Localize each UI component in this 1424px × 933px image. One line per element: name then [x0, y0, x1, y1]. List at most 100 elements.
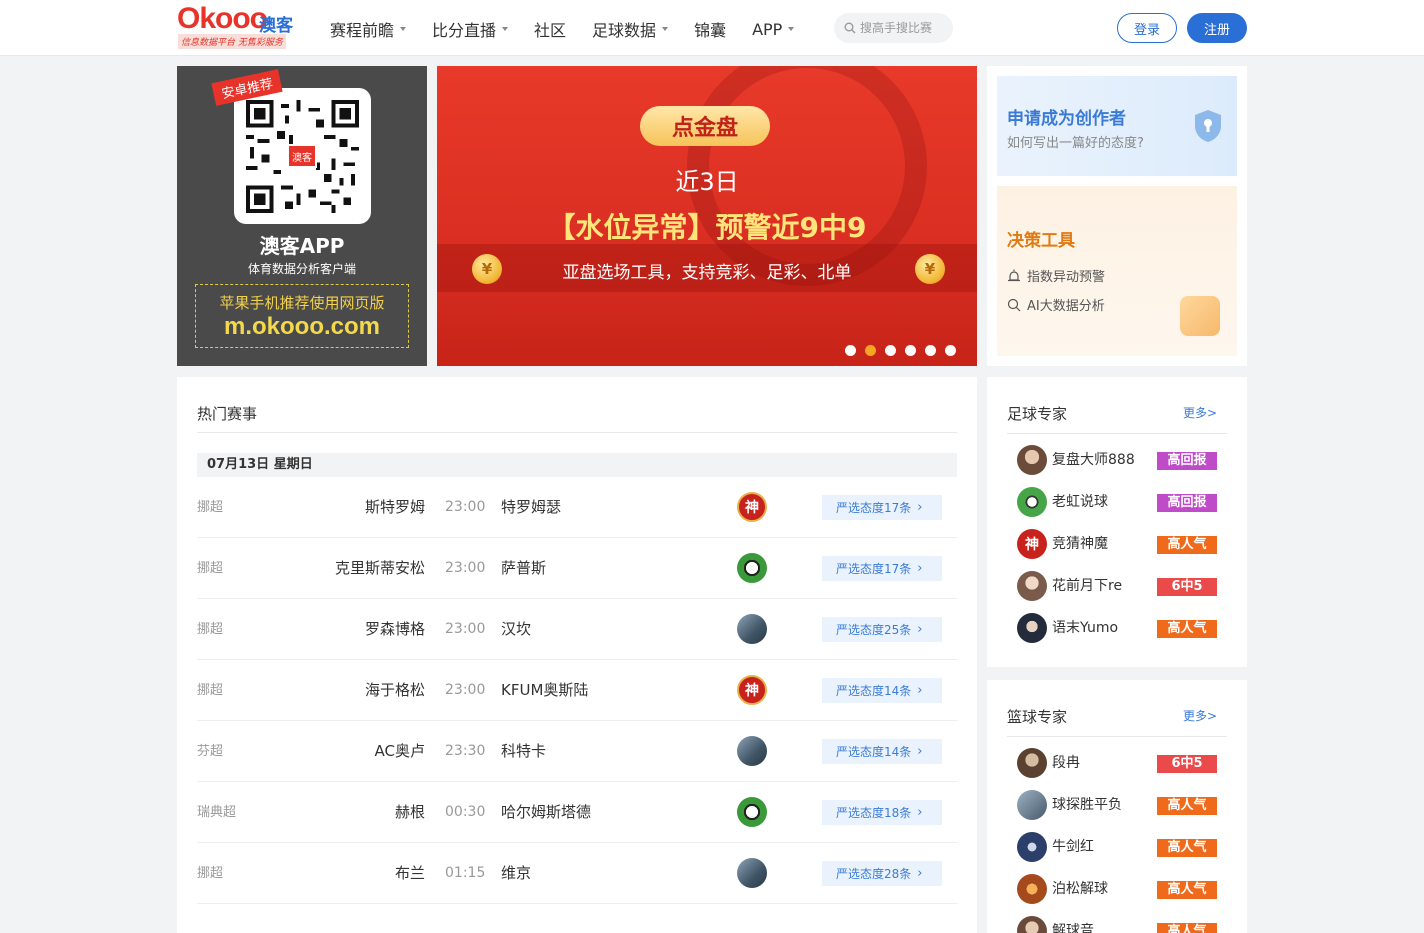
expert-item[interactable]: 语末Yumo 高人气	[1017, 613, 1217, 643]
more-link[interactable]: 更多>	[1183, 404, 1217, 421]
expert-avatar[interactable]	[737, 736, 767, 766]
curated-picks-button[interactable]: 严选态度14条 ›	[822, 739, 942, 764]
web-version-box[interactable]: 苹果手机推荐使用网页版 m.okooo.com	[195, 284, 409, 348]
match-row[interactable]: 挪超 布兰 01:15 维京 严选态度28条 ›	[197, 843, 957, 904]
away-team[interactable]: 汉坎	[501, 599, 531, 660]
curated-picks-button[interactable]: 严选态度17条 ›	[822, 556, 942, 581]
top-header: Okooo 澳客 信息数据平台 无售彩服务 赛程前瞻 比分直播 社区 足球数据 锦囊 AP…	[0, 0, 1424, 56]
picks-label: 严选态度28条	[836, 867, 912, 881]
expert-tag-badge: 6中5	[1157, 755, 1217, 773]
expert-avatar	[1017, 613, 1047, 643]
match-row[interactable]: 挪超 克里斯蒂安松 23:00 萨普斯 严选态度17条 ›	[197, 538, 957, 599]
expert-item[interactable]: 段冉 6中5	[1017, 748, 1217, 778]
nav-item-4[interactable]: 锦囊	[694, 17, 726, 41]
match-row[interactable]: 瑞典超 赫根 00:30 哈尔姆斯塔德 严选态度18条 ›	[197, 782, 957, 843]
carousel-dot[interactable]	[865, 345, 876, 356]
match-row[interactable]: 挪超 罗森博格 23:00 汉坎 严选态度25条 ›	[197, 599, 957, 660]
expert-item[interactable]: 花前月下re 6中5	[1017, 571, 1217, 601]
decision-tools-card[interactable]: 决策工具 指数异动预警 AI大数据分析	[997, 186, 1237, 356]
creator-apply-card[interactable]: 申请成为创作者 如何写出一篇好的态度?	[997, 76, 1237, 176]
league-name: 挪超	[197, 622, 224, 637]
expert-avatar[interactable]	[737, 797, 767, 827]
expert-tag-badge: 高人气	[1157, 797, 1217, 815]
curated-picks-button[interactable]: 严选态度25条 ›	[822, 617, 942, 642]
home-team[interactable]: 布兰	[395, 843, 425, 904]
expert-avatar[interactable]: 神	[737, 492, 767, 522]
chevron-right-icon: ›	[917, 683, 923, 698]
picks-label: 严选态度17条	[836, 562, 912, 576]
site-logo[interactable]: Okooo 澳客 信息数据平台 无售彩服务	[177, 4, 297, 50]
home-team[interactable]: 海于格松	[365, 660, 425, 721]
carousel-dot[interactable]	[885, 345, 896, 356]
nav-item-3[interactable]: 足球数据	[592, 17, 669, 41]
carousel-dot[interactable]	[925, 345, 936, 356]
app-title: 澳客APP	[259, 234, 345, 258]
expert-name: 解球音	[1052, 923, 1094, 933]
nav-item-5[interactable]: APP	[752, 17, 795, 41]
search-input[interactable]	[860, 21, 952, 35]
home-team[interactable]: 罗森博格	[365, 599, 425, 660]
expert-item[interactable]: 泊松解球 高人气	[1017, 874, 1217, 904]
qr-center-logo: 澳客	[287, 144, 317, 168]
expert-name: 牛剑红	[1052, 839, 1094, 855]
search-box[interactable]	[834, 13, 953, 43]
nav-item-2[interactable]: 社区	[534, 17, 566, 41]
curated-picks-button[interactable]: 严选态度28条 ›	[822, 861, 942, 886]
curated-picks-button[interactable]: 严选态度14条 ›	[822, 678, 942, 703]
match-row[interactable]: 挪超 海于格松 23:00 KFUM奥斯陆 神 严选态度14条 ›	[197, 660, 957, 721]
register-button[interactable]: 注册	[1187, 13, 1247, 43]
away-team[interactable]: 哈尔姆斯塔德	[501, 782, 591, 843]
more-link[interactable]: 更多>	[1183, 707, 1217, 724]
login-button[interactable]: 登录	[1117, 13, 1177, 43]
picks-label: 严选态度14条	[836, 745, 912, 759]
carousel-dot[interactable]	[845, 345, 856, 356]
web-version-url[interactable]: m.okooo.com	[196, 313, 408, 341]
expert-avatar	[1017, 445, 1047, 475]
home-team[interactable]: 斯特罗姆	[365, 477, 425, 538]
divider	[1007, 736, 1227, 737]
expert-avatar[interactable]	[737, 858, 767, 888]
away-team[interactable]: 维京	[501, 843, 531, 904]
tool-ai-analysis[interactable]: AI大数据分析	[1007, 295, 1105, 314]
section-title: 热门赛事	[197, 405, 258, 423]
away-team[interactable]: 科特卡	[501, 721, 546, 782]
carousel-dot[interactable]	[905, 345, 916, 356]
match-row[interactable]: 芬超 AC奥卢 23:30 科特卡 严选态度14条 ›	[197, 721, 957, 782]
home-team[interactable]: AC奥卢	[375, 721, 425, 782]
nav-item-0[interactable]: 赛程前瞻	[330, 17, 407, 41]
match-time: 23:00	[445, 621, 486, 637]
expert-item[interactable]: 球探胜平负 高人气	[1017, 790, 1217, 820]
curated-picks-button[interactable]: 严选态度18条 ›	[822, 800, 942, 825]
tools-title: 决策工具	[1007, 231, 1075, 251]
away-team[interactable]: 萨普斯	[501, 538, 546, 599]
match-row[interactable]: 挪超 斯特罗姆 23:00 特罗姆瑟 神 严选态度17条 ›	[197, 477, 957, 538]
expert-avatar[interactable]	[737, 614, 767, 644]
chevron-right-icon: ›	[917, 500, 923, 515]
logo-chinese: 澳客	[259, 16, 293, 36]
curated-picks-button[interactable]: 严选态度17条 ›	[822, 495, 942, 520]
expert-tag-badge: 高人气	[1157, 881, 1217, 899]
expert-item[interactable]: 复盘大师888 高回报	[1017, 445, 1217, 475]
away-team[interactable]: 特罗姆瑟	[501, 477, 561, 538]
promo-banner-carousel[interactable]: 点金盘 近3日 【水位异常】预警近9中9 亚盘选场工具，支持竞彩、足彩、北单 ¥…	[437, 66, 977, 366]
chevron-right-icon: ›	[917, 866, 923, 881]
tool-label: AI大数据分析	[1027, 299, 1105, 314]
expert-avatar[interactable]: 神	[737, 675, 767, 705]
expert-tag-badge: 高回报	[1157, 494, 1217, 512]
expert-item[interactable]: 神竞猜神魔 高人气	[1017, 529, 1217, 559]
tool-index-alert[interactable]: 指数异动预警	[1007, 266, 1105, 285]
app-download-card[interactable]: 安卓推荐 澳客 澳客APP 体育数据分析客户端 苹果手机推荐使用网页版 m.ok…	[177, 66, 427, 366]
away-team[interactable]: KFUM奥斯陆	[501, 660, 588, 721]
carousel-dot[interactable]	[945, 345, 956, 356]
expert-item[interactable]: 解球音 高人气	[1017, 916, 1217, 933]
coin-icon: ¥	[915, 254, 945, 284]
nav-item-label: 赛程前瞻	[330, 21, 395, 40]
expert-avatar	[1017, 487, 1047, 517]
expert-item[interactable]: 老虹说球 高回报	[1017, 487, 1217, 517]
home-team[interactable]: 赫根	[395, 782, 425, 843]
expert-avatar[interactable]	[737, 553, 767, 583]
league-name: 挪超	[197, 866, 224, 881]
home-team[interactable]: 克里斯蒂安松	[335, 538, 425, 599]
nav-item-1[interactable]: 比分直播	[432, 17, 509, 41]
expert-item[interactable]: 牛剑红 高人气	[1017, 832, 1217, 862]
